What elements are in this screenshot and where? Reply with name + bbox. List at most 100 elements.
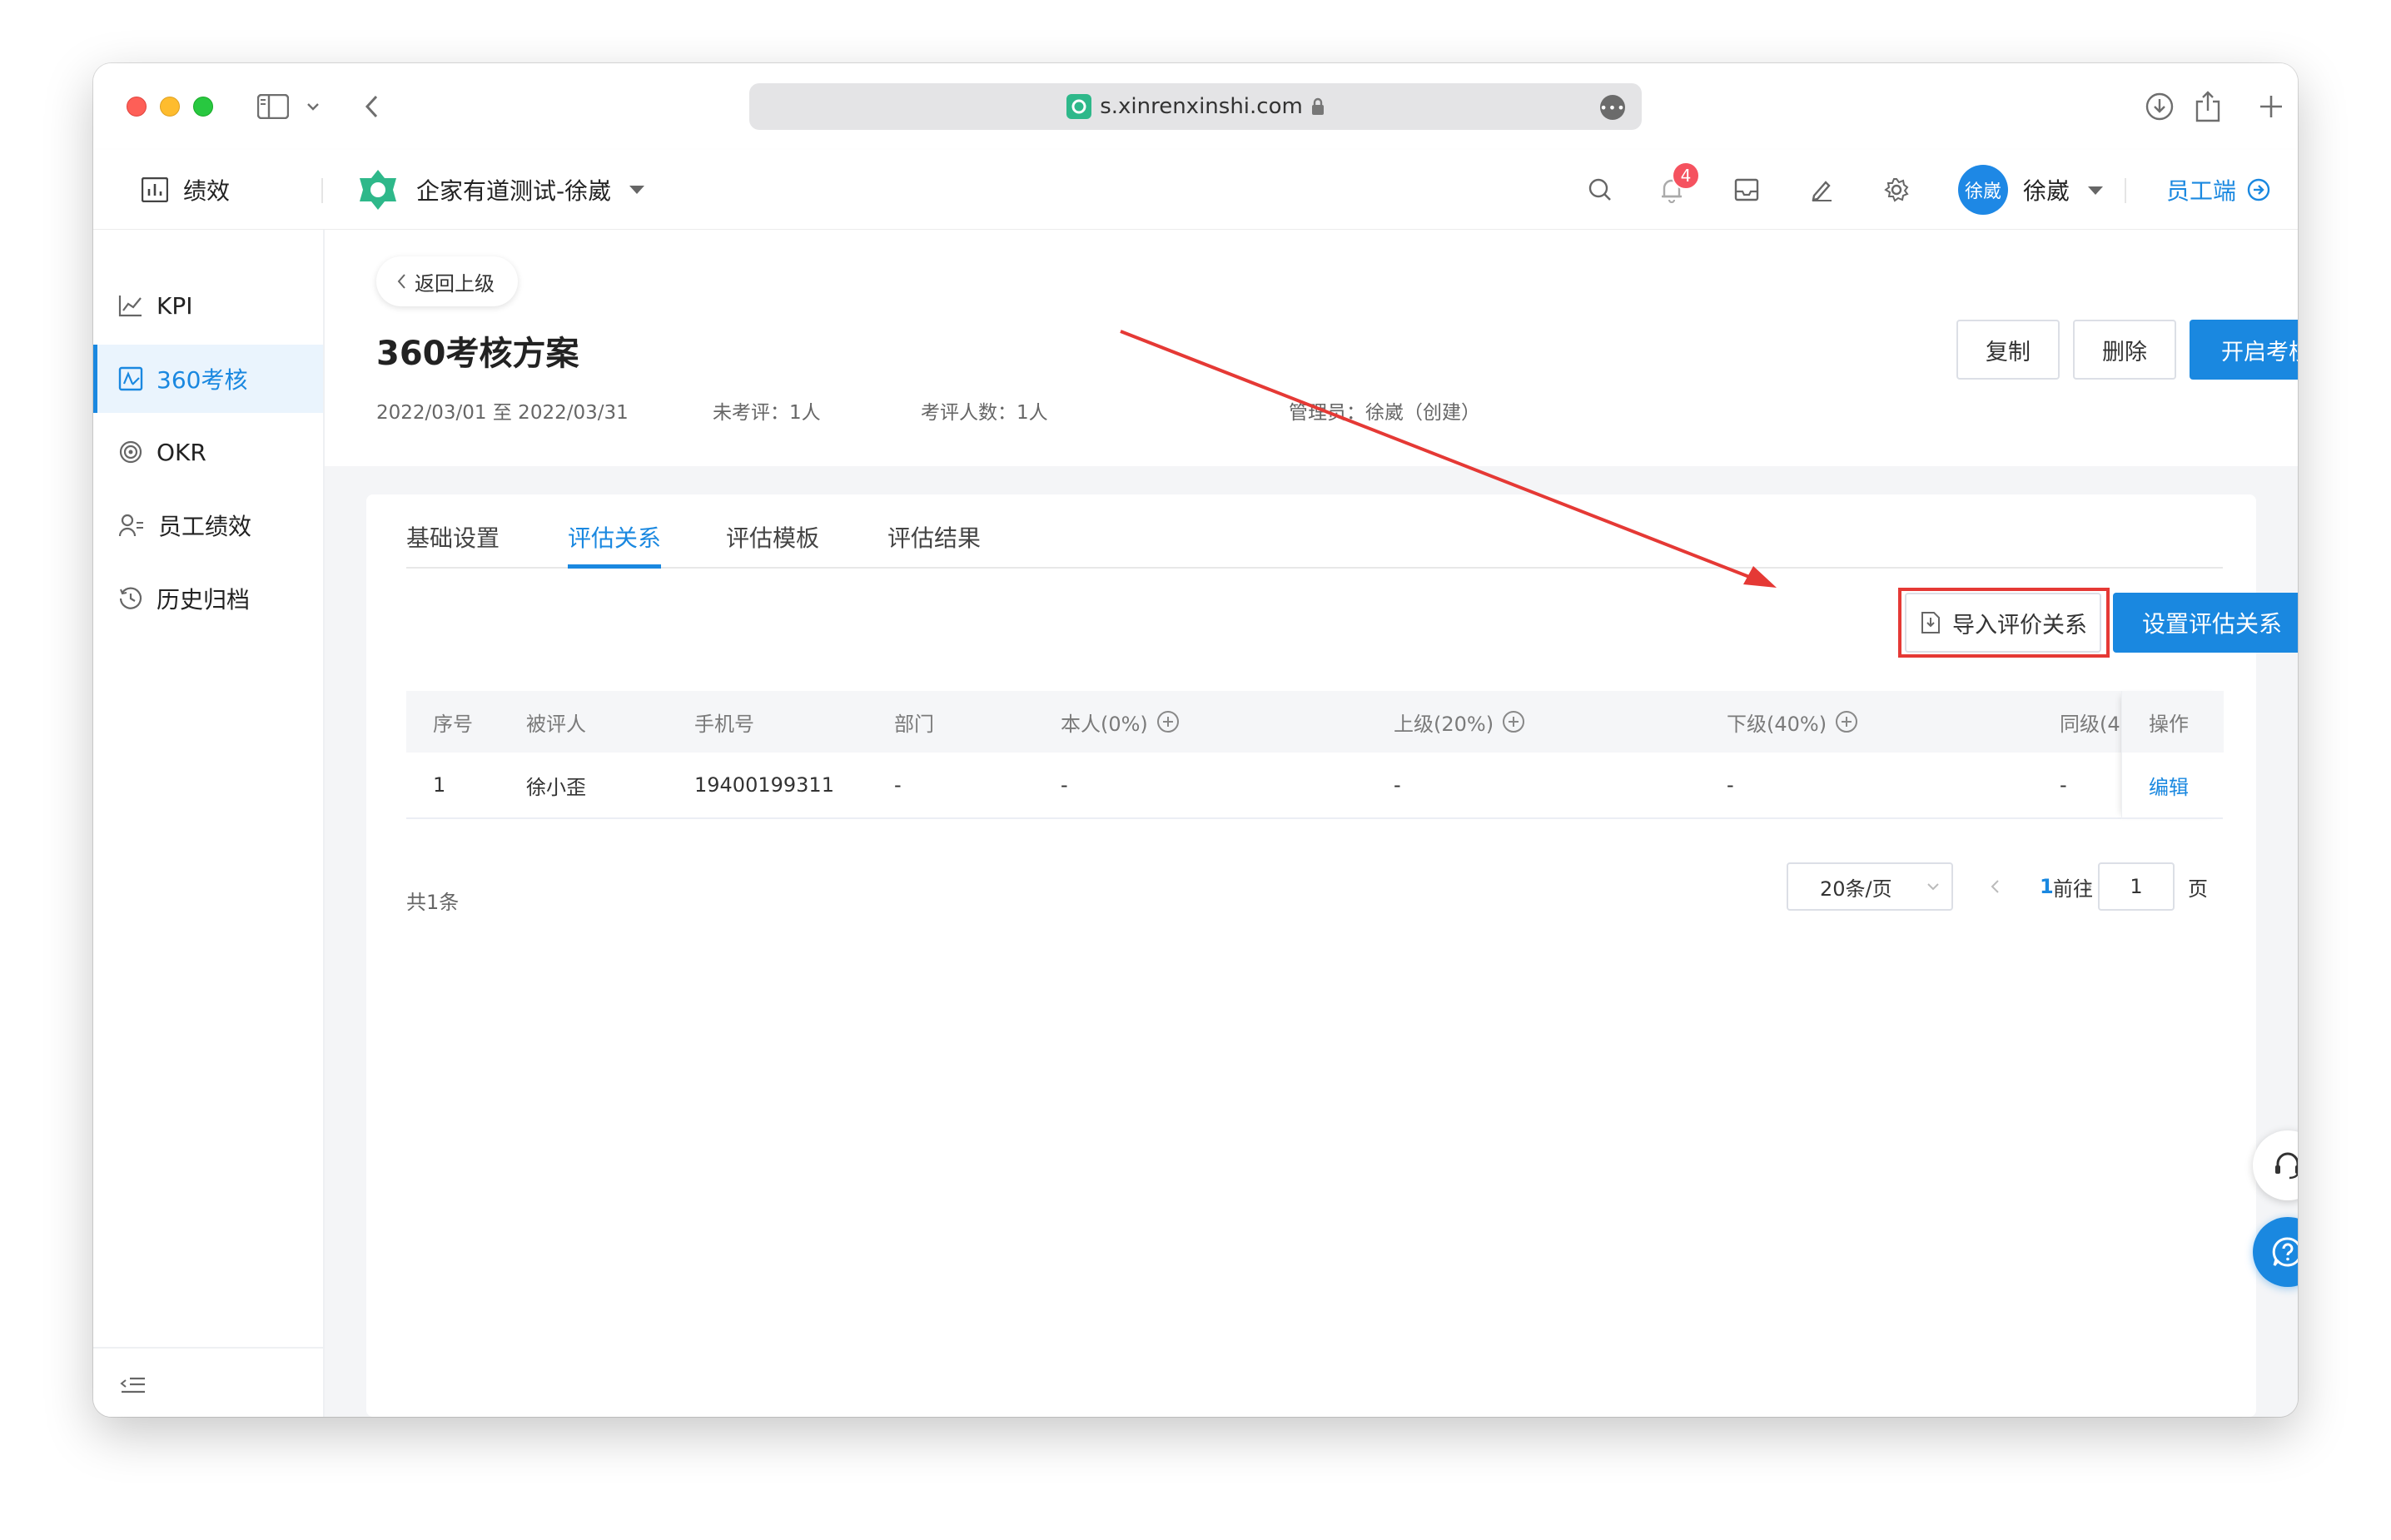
close-window-button[interactable] [127, 97, 147, 117]
new-tab-icon[interactable] [2254, 83, 2288, 130]
gear-icon[interactable] [1881, 175, 1911, 205]
caret-down-icon[interactable] [2088, 186, 2103, 195]
address-bar[interactable]: s.xinrenxinshi.com ••• [749, 83, 1642, 130]
download-icon[interactable] [2143, 83, 2176, 130]
cell-reviewee: 徐小歪 [526, 775, 586, 799]
page-suffix: 页 [2188, 877, 2208, 901]
cell-index: 1 [433, 773, 446, 797]
delete-button[interactable]: 删除 [2073, 320, 2176, 380]
column-header-label: 本人(0%) [1061, 712, 1148, 736]
admin-info: 管理员：徐崴（创建） [1289, 402, 1480, 424]
user-name[interactable]: 徐崴 [2023, 150, 2070, 230]
sidebar-item-okr[interactable]: OKR [93, 418, 323, 486]
sidebar-item-label: 历史归档 [157, 586, 251, 614]
bar-chart-icon [142, 177, 168, 202]
tab-evaluation-template[interactable]: 评估模板 [726, 511, 819, 563]
sidebar: KPI 360考核 OKR 员工绩效 历史归档 [93, 230, 325, 1417]
cell-self: - [1061, 773, 1068, 797]
tab-evaluation-results[interactable]: 评估结果 [887, 511, 981, 563]
table-row: 1 徐小歪 19400199311 - - - - - [406, 753, 2223, 819]
goto-page-input[interactable]: 1 [2098, 862, 2175, 911]
add-circle-icon[interactable] [1835, 710, 1858, 733]
back-button[interactable]: 返回上级 [376, 256, 518, 306]
line-chart-icon [118, 296, 142, 317]
set-relations-button[interactable]: 设置评估关系 [2113, 593, 2298, 653]
sidebar-item-history[interactable]: 历史归档 [93, 564, 323, 633]
browser-window: s.xinrenxinshi.com ••• 绩效 企家有道测试-徐崴 4 徐崴… [93, 63, 2298, 1417]
sidebar-toggle-icon[interactable] [253, 83, 293, 130]
page-size-select[interactable]: 20条/页 [1787, 862, 1953, 911]
annotation-highlight-box [1898, 588, 2110, 658]
column-header: 部门 [894, 712, 934, 736]
avatar[interactable]: 徐崴 [1958, 165, 2008, 215]
minimize-window-button[interactable] [160, 97, 180, 117]
more-options-icon[interactable]: ••• [1599, 95, 1625, 120]
main-content: 返回上级 360考核方案 2022/03/01 至 2022/03/31 未考评… [325, 230, 2298, 1417]
cell-peer: - [2060, 773, 2067, 797]
inbox-icon[interactable] [1732, 175, 1762, 205]
page-number[interactable]: 1 [2040, 862, 2054, 911]
add-circle-icon[interactable] [1156, 710, 1180, 733]
lock-icon [1311, 97, 1324, 115]
column-header: 序号 [433, 712, 473, 736]
edit-link-label: 编辑 [2149, 775, 2189, 799]
user-list-icon [118, 514, 143, 537]
tab-evaluation-relations[interactable]: 评估关系 [568, 511, 661, 563]
sidebar-item-label: 360考核 [157, 366, 248, 394]
module-switcher[interactable]: 绩效 [142, 150, 230, 230]
company-name: 企家有道测试-徐崴 [416, 177, 612, 205]
page-size-value: 20条/页 [1820, 877, 1892, 901]
goto-label-text: 前往 [2053, 877, 2093, 901]
date-range: 2022/03/01 至 2022/03/31 [376, 402, 629, 424]
copy-button[interactable]: 复制 [1956, 320, 2060, 380]
chevron-left-icon [397, 274, 405, 289]
collapse-sidebar-icon[interactable] [118, 1370, 148, 1400]
cell-department: - [894, 773, 902, 797]
module-label: 绩效 [183, 177, 231, 205]
column-header-superior: 上级(20%) [1394, 691, 1525, 753]
share-icon[interactable] [2191, 83, 2224, 130]
sidebar-item-kpi[interactable]: KPI [93, 271, 323, 340]
tab-basic-settings[interactable]: 基础设置 [406, 511, 500, 563]
edit-icon[interactable] [1807, 175, 1837, 205]
actions-column: 操作 编辑 [2121, 691, 2224, 819]
maximize-window-button[interactable] [193, 97, 213, 117]
360-review-icon [118, 366, 143, 391]
app-header: 绩效 企家有道测试-徐崴 4 徐崴 徐崴 员工端 [93, 150, 2298, 230]
back-nav-icon[interactable] [358, 83, 385, 130]
column-header: 被评人 [526, 712, 586, 736]
header-divider [2125, 178, 2126, 203]
sidebar-item-employee-performance[interactable]: 员工绩效 [93, 491, 323, 559]
column-header: 操作 [2149, 712, 2189, 736]
sidebar-item-360[interactable]: 360考核 [93, 345, 323, 413]
prev-page-button[interactable] [1990, 862, 2000, 911]
header-divider [321, 178, 323, 203]
site-favicon-icon [1066, 94, 1092, 119]
cell-phone: 19400199311 [694, 773, 834, 797]
sidebar-item-label: 员工绩效 [158, 513, 252, 540]
start-review-button[interactable]: 开启考核 [2190, 320, 2298, 380]
column-header-label: 上级(20%) [1394, 712, 1494, 736]
tab-divider [406, 567, 2223, 569]
back-button-label: 返回上级 [415, 271, 495, 296]
column-header-subordinate: 下级(40%) [1727, 691, 1858, 753]
company-logo-icon [360, 170, 396, 210]
content-card: 基础设置 评估关系 评估模板 评估结果 导入评价关系 设置评估关系 序号 被评人… [366, 494, 2298, 1417]
reviewer-count: 考评人数：1人 [921, 402, 1048, 424]
employee-portal-link[interactable]: 员工端 [2166, 150, 2271, 230]
notification-badge: 4 [1672, 161, 1700, 190]
company-switcher[interactable]: 企家有道测试-徐崴 [356, 150, 645, 230]
headset-icon [2275, 1152, 2298, 1180]
add-circle-icon[interactable] [1502, 710, 1525, 733]
column-header-peer: 同级(4( [2060, 712, 2121, 736]
chevron-down-icon [1927, 883, 1939, 891]
edit-link[interactable]: 编辑 [2149, 753, 2189, 817]
not-reviewed-count: 未考评：1人 [713, 402, 821, 424]
arrow-right-circle-icon [2247, 178, 2270, 201]
cell-subordinate: - [1727, 773, 1734, 797]
history-icon [119, 587, 142, 609]
help-icon [2272, 1237, 2298, 1267]
search-icon[interactable] [1585, 175, 1615, 205]
cell-superior: - [1394, 773, 1401, 797]
chevron-down-icon[interactable] [303, 83, 323, 130]
